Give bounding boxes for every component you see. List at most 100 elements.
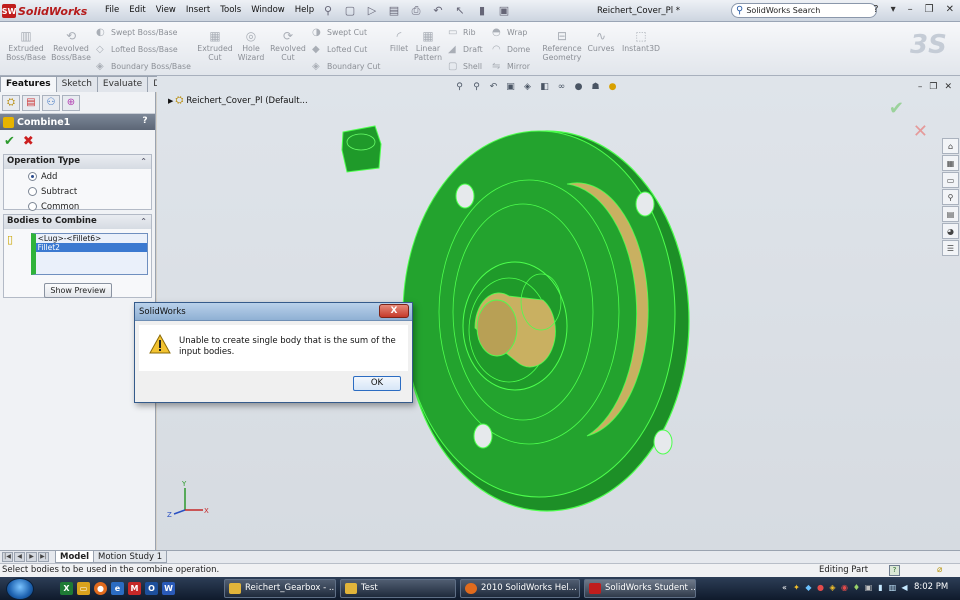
- menu-insert[interactable]: Insert: [181, 5, 215, 15]
- menu-view[interactable]: View: [151, 5, 181, 15]
- dialog-title-bar[interactable]: SolidWorks X: [135, 303, 412, 321]
- open-icon[interactable]: ▷: [364, 3, 380, 18]
- property-manager-icon[interactable]: ▤: [22, 94, 40, 111]
- draft-button[interactable]: ◢ Draft: [448, 44, 483, 55]
- show-preview-button[interactable]: Show Preview: [44, 283, 112, 298]
- shell-button[interactable]: ▢ Shell: [448, 61, 482, 72]
- configuration-manager-icon[interactable]: ⚇: [42, 94, 60, 111]
- volume-icon[interactable]: ◀: [900, 583, 909, 593]
- list-item-selected[interactable]: Fillet2: [35, 243, 147, 252]
- taskbar-button-solidworks[interactable]: SolidWorks Student ...: [584, 579, 696, 598]
- network-icon[interactable]: ▥: [888, 583, 897, 593]
- revolved-cut-button[interactable]: ⟳ Revolved Cut: [268, 29, 308, 62]
- mirror-button[interactable]: ⇋ Mirror: [492, 61, 530, 72]
- save-icon[interactable]: ▤: [386, 3, 402, 18]
- tab-model[interactable]: Model: [55, 551, 95, 563]
- tray-app-icon[interactable]: ♦: [852, 583, 861, 593]
- battery-icon[interactable]: ▮: [876, 583, 885, 593]
- help-dropdown-icon[interactable]: ▾: [891, 4, 896, 15]
- curves-button[interactable]: ∿ Curves: [586, 29, 616, 53]
- extruded-boss-button[interactable]: ▥ Extruded Boss/Base: [6, 29, 46, 62]
- radio-button[interactable]: [28, 202, 37, 211]
- menu-window[interactable]: Window: [246, 5, 290, 15]
- outlook-icon[interactable]: O: [145, 582, 158, 595]
- tray-app-icon[interactable]: ◆: [804, 583, 813, 593]
- bodies-to-combine-header[interactable]: Bodies to Combine ⌃: [4, 215, 151, 229]
- boundary-cut-button[interactable]: ◈ Boundary Cut: [312, 61, 380, 72]
- collapse-chevron-icon[interactable]: ⌃: [140, 155, 147, 168]
- explorer-icon[interactable]: ▭: [77, 582, 90, 595]
- bodies-list[interactable]: <Lug>-<Fillet6> Fillet2: [30, 233, 148, 275]
- taskbar-button-help[interactable]: 2010 SolidWorks Hel...: [460, 579, 580, 598]
- tab-features[interactable]: Features: [0, 76, 57, 92]
- feature-manager-icon[interactable]: ⛭: [2, 94, 20, 111]
- radio-common[interactable]: Common: [4, 199, 151, 214]
- next-tab-icon[interactable]: ▶: [26, 552, 37, 562]
- tray-arrow-icon[interactable]: «: [780, 583, 789, 593]
- paperclip-icon[interactable]: ⌀: [937, 564, 942, 577]
- boundary-boss-button[interactable]: ◈ Boundary Boss/Base: [96, 61, 191, 72]
- radio-button-selected[interactable]: [28, 172, 37, 181]
- hole-wizard-button[interactable]: ◎ Hole Wizard: [236, 29, 266, 62]
- menu-file[interactable]: File: [100, 5, 124, 15]
- tab-motion-study[interactable]: Motion Study 1: [93, 551, 168, 563]
- quick-tips-icon[interactable]: ?: [889, 565, 900, 576]
- search-input[interactable]: SolidWorks Search: [746, 6, 820, 15]
- list-item[interactable]: <Lug>-<Fillet6>: [36, 234, 147, 243]
- tray-app-icon[interactable]: ◈: [828, 583, 837, 593]
- first-tab-icon[interactable]: |◀: [2, 552, 13, 562]
- firefox-icon[interactable]: ●: [94, 582, 107, 595]
- system-clock[interactable]: 8:02 PM: [914, 582, 948, 592]
- tray-app-icon[interactable]: ▣: [864, 583, 873, 593]
- fillet-button[interactable]: ◜ Fillet: [386, 29, 412, 53]
- minimize-icon[interactable]: –: [908, 4, 913, 15]
- tab-evaluate[interactable]: Evaluate: [96, 76, 149, 92]
- operation-type-header[interactable]: Operation Type ⌃: [4, 155, 151, 169]
- taskbar-button-test[interactable]: Test: [340, 579, 456, 598]
- cancel-x-icon[interactable]: ✖: [23, 134, 34, 149]
- tray-app-icon[interactable]: ◉: [840, 583, 849, 593]
- radio-subtract[interactable]: Subtract: [4, 184, 151, 199]
- help-icon[interactable]: ?: [873, 4, 878, 15]
- new-document-icon[interactable]: ▢: [342, 3, 358, 18]
- reference-geometry-button[interactable]: ⊟ Reference Geometry: [540, 29, 584, 62]
- swept-cut-button[interactable]: ◑ Swept Cut: [312, 27, 367, 38]
- cover-plate-body[interactable]: [402, 130, 690, 512]
- restore-icon[interactable]: ❐: [925, 4, 934, 15]
- gmail-icon[interactable]: M: [128, 582, 141, 595]
- rebuild-icon[interactable]: ▮: [474, 3, 490, 18]
- radio-button[interactable]: [28, 187, 37, 196]
- options-icon[interactable]: ▣: [496, 3, 512, 18]
- menu-tools[interactable]: Tools: [215, 5, 246, 15]
- select-icon[interactable]: ↖: [452, 3, 468, 18]
- tab-sketch[interactable]: Sketch: [55, 76, 98, 92]
- ok-check-icon[interactable]: ✔: [4, 134, 15, 149]
- revolved-boss-button[interactable]: ⟲ Revolved Boss/Base: [50, 29, 92, 62]
- swept-boss-button[interactable]: ◐ Swept Boss/Base: [96, 27, 177, 38]
- radio-add[interactable]: Add: [4, 169, 151, 184]
- wrap-button[interactable]: ◓ Wrap: [492, 27, 527, 38]
- tray-app-icon[interactable]: ✦: [792, 583, 801, 593]
- search-box[interactable]: ⚲ SolidWorks Search: [731, 3, 877, 18]
- dimxpert-manager-icon[interactable]: ⊕: [62, 94, 80, 111]
- last-tab-icon[interactable]: ▶|: [38, 552, 49, 562]
- menu-edit[interactable]: Edit: [124, 5, 150, 15]
- tray-app-icon[interactable]: ●: [816, 583, 825, 593]
- start-button[interactable]: [6, 578, 34, 600]
- help-button[interactable]: ?: [139, 116, 151, 128]
- prev-tab-icon[interactable]: ◀: [14, 552, 25, 562]
- extruded-cut-button[interactable]: ▦ Extruded Cut: [196, 29, 234, 62]
- close-icon[interactable]: ✕: [946, 4, 954, 15]
- rib-button[interactable]: ▭ Rib: [448, 27, 476, 38]
- solidworks-logo[interactable]: SW SolidWorks: [2, 3, 90, 19]
- collapse-chevron-icon[interactable]: ⌃: [140, 215, 147, 228]
- taskbar-button-gearbox[interactable]: Reichert_Gearbox - ...: [224, 579, 336, 598]
- instant3d-button[interactable]: ⬚ Instant3D: [620, 29, 662, 53]
- word-icon[interactable]: W: [162, 582, 175, 595]
- pin-icon[interactable]: ⚲: [320, 3, 336, 18]
- dome-button[interactable]: ◠ Dome: [492, 44, 530, 55]
- excel-icon[interactable]: X: [60, 582, 73, 595]
- lofted-boss-button[interactable]: ◇ Lofted Boss/Base: [96, 44, 178, 55]
- linear-pattern-button[interactable]: ▦ Linear Pattern: [412, 29, 444, 62]
- print-icon[interactable]: ⎙: [408, 3, 424, 18]
